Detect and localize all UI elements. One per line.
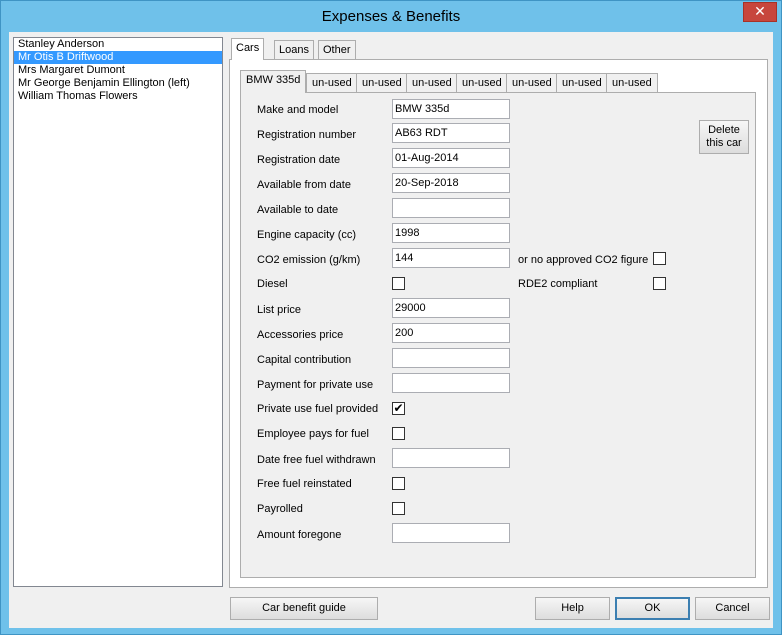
fuel-withdrawn-field[interactable] [392, 448, 510, 468]
delete-car-button-line2: this car [706, 137, 742, 149]
dialog-client-area: Stanley Anderson Mr Otis B Driftwood Mrs… [9, 32, 773, 628]
accessories-price-field[interactable]: 200 [392, 323, 510, 343]
car-tab-8[interactable]: un-used [606, 73, 658, 92]
registration-number-field[interactable]: AB63 RDT [392, 123, 510, 143]
fuel-reinstated-label: Free fuel reinstated [257, 478, 352, 490]
cancel-button[interactable]: Cancel [695, 597, 770, 620]
engine-capacity-field[interactable]: 1998 [392, 223, 510, 243]
accessories-price-label: Accessories price [257, 329, 344, 341]
private-fuel-checkbox[interactable]: ✔ [392, 402, 405, 415]
available-to-label: Available to date [257, 204, 339, 216]
car-tab-4[interactable]: un-used [406, 73, 458, 92]
expenses-benefits-window: Expenses & Benefits ✕ Stanley Anderson M… [0, 0, 782, 635]
diesel-checkbox[interactable] [392, 277, 405, 290]
list-price-label: List price [257, 304, 302, 316]
registration-date-field[interactable]: 01-Aug-2014 [392, 148, 510, 168]
car-tab-7[interactable]: un-used [556, 73, 608, 92]
employee-list[interactable]: Stanley Anderson Mr Otis B Driftwood Mrs… [13, 37, 223, 587]
available-to-field[interactable] [392, 198, 510, 218]
employee-list-item[interactable]: Mr George Benjamin Ellington (left) [14, 77, 222, 90]
tab-other[interactable]: Other [318, 40, 356, 59]
private-fuel-label: Private use fuel provided [257, 403, 379, 415]
amount-foregone-label: Amount foregone [257, 529, 342, 541]
close-icon[interactable]: ✕ [743, 2, 777, 22]
employee-list-item[interactable]: Stanley Anderson [14, 38, 222, 51]
available-from-label: Available from date [257, 179, 351, 191]
car-tab-1[interactable]: BMW 335d [240, 70, 307, 93]
ok-button[interactable]: OK [615, 597, 690, 620]
car-benefit-guide-button[interactable]: Car benefit guide [230, 597, 378, 620]
tab-loans[interactable]: Loans [274, 40, 314, 59]
car-tab-3[interactable]: un-used [356, 73, 408, 92]
car-tab-2[interactable]: un-used [306, 73, 358, 92]
tab-cars[interactable]: Cars [231, 38, 265, 60]
payment-private-use-field[interactable] [392, 373, 510, 393]
delete-car-button[interactable]: Delete this car [699, 120, 749, 154]
car-tab-6[interactable]: un-used [506, 73, 558, 92]
make-model-field[interactable]: BMW 335d [392, 99, 510, 119]
engine-capacity-label: Engine capacity (cc) [257, 229, 357, 241]
payment-private-use-label: Payment for private use [257, 379, 374, 391]
available-from-field[interactable]: 20-Sep-2018 [392, 173, 510, 193]
registration-date-label: Registration date [257, 154, 341, 166]
make-model-label: Make and model [257, 104, 339, 116]
amount-foregone-field[interactable] [392, 523, 510, 543]
window-title: Expenses & Benefits [321, 8, 461, 25]
delete-car-button-line1: Delete [708, 124, 740, 136]
rde2-checkbox[interactable] [653, 277, 666, 290]
employee-pays-fuel-checkbox[interactable] [392, 427, 405, 440]
car-details-panel: Make and model BMW 335d Registration num… [240, 92, 756, 578]
payrolled-label: Payrolled [257, 503, 303, 515]
capital-contribution-field[interactable] [392, 348, 510, 368]
list-price-field[interactable]: 29000 [392, 298, 510, 318]
employee-pays-fuel-label: Employee pays for fuel [257, 428, 369, 440]
diesel-label: Diesel [257, 278, 288, 290]
car-tab-5[interactable]: un-used [456, 73, 508, 92]
employee-list-item[interactable]: William Thomas Flowers [14, 90, 222, 103]
help-button[interactable]: Help [535, 597, 610, 620]
registration-number-label: Registration number [257, 129, 357, 141]
employee-list-item-selected[interactable]: Mr Otis B Driftwood [14, 51, 222, 64]
payrolled-checkbox[interactable] [392, 502, 405, 515]
no-co2-label: or no approved CO2 figure [518, 254, 649, 266]
capital-contribution-label: Capital contribution [257, 354, 352, 366]
co2-emission-label: CO2 emission (g/km) [257, 254, 361, 266]
co2-emission-field[interactable]: 144 [392, 248, 510, 268]
cars-panel: BMW 335d un-used un-used un-used un-used… [229, 59, 768, 588]
fuel-withdrawn-label: Date free fuel withdrawn [257, 454, 376, 466]
no-co2-checkbox[interactable] [653, 252, 666, 265]
rde2-label: RDE2 compliant [518, 278, 598, 290]
employee-list-item[interactable]: Mrs Margaret Dumont [14, 64, 222, 77]
fuel-reinstated-checkbox[interactable] [392, 477, 405, 490]
